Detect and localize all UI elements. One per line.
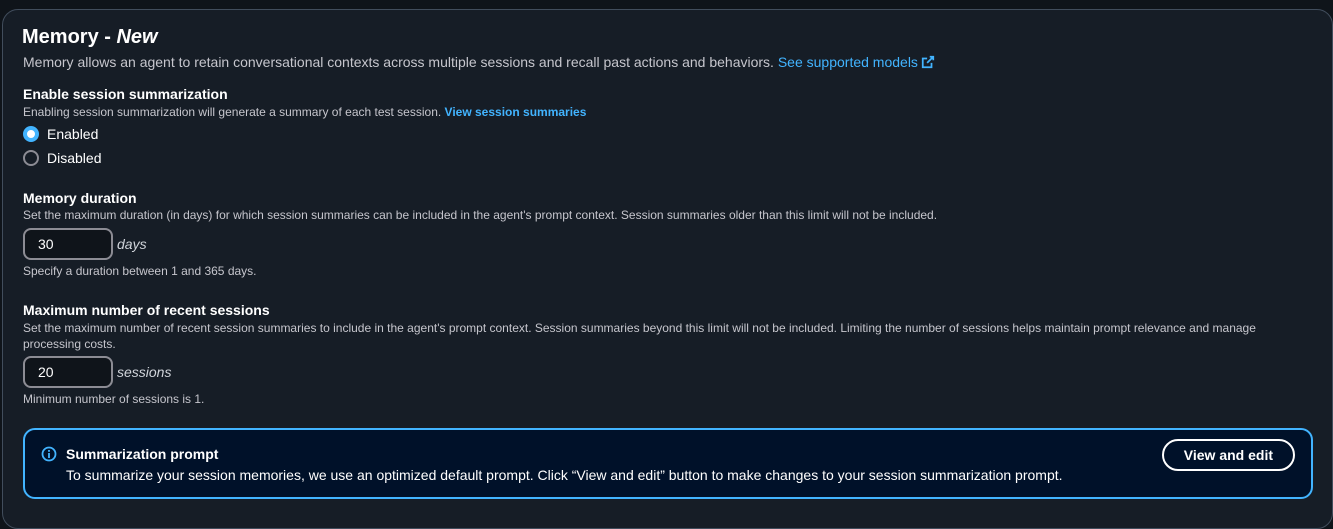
radio-disabled-label: Disabled — [47, 150, 102, 166]
alert-title: Summarization prompt — [66, 446, 219, 462]
sessions-input-value: 20 — [38, 364, 54, 380]
duration-input-value: 30 — [38, 236, 54, 252]
title-text: Memory - — [22, 26, 117, 48]
radio-disabled[interactable]: Disabled — [23, 149, 101, 167]
alert-text: To summarize your session memories, we u… — [66, 467, 1063, 483]
duration-label: Memory duration — [23, 190, 137, 206]
sessions-constraint: Minimum number of sessions is 1. — [23, 392, 205, 406]
radio-enabled-indicator[interactable] — [23, 126, 39, 142]
sessions-unit: sessions — [117, 364, 172, 380]
duration-constraint: Specify a duration between 1 and 365 day… — [23, 264, 257, 278]
supported-models-link[interactable]: See supported models — [778, 54, 935, 70]
title-new-tag: New — [116, 26, 158, 48]
external-link-icon — [921, 55, 935, 69]
radio-enabled[interactable]: Enabled — [23, 125, 98, 143]
supported-models-link-label: See supported models — [777, 54, 918, 70]
summarization-help: Enabling session summarization will gene… — [23, 105, 586, 119]
section-description: Memory allows an agent to retain convers… — [23, 54, 935, 70]
duration-unit: days — [117, 236, 147, 252]
sessions-label: Maximum number of recent sessions — [23, 302, 270, 318]
info-icon — [41, 446, 57, 462]
radio-disabled-indicator[interactable] — [23, 150, 39, 166]
summarization-label: Enable session summarization — [23, 86, 228, 102]
view-and-edit-button[interactable]: View and edit — [1161, 439, 1295, 471]
view-session-summaries-link[interactable]: View session summaries — [445, 105, 587, 119]
sessions-help: Set the maximum number of recent session… — [23, 321, 1256, 351]
duration-input[interactable]: 30 — [23, 228, 113, 260]
radio-enabled-label: Enabled — [47, 126, 99, 142]
summarization-prompt-alert: Summarization prompt To summarize your s… — [23, 428, 1313, 499]
description-text: Memory allows an agent to retain convers… — [23, 54, 774, 70]
sessions-input[interactable]: 20 — [23, 356, 113, 388]
section-title: Memory - New — [22, 26, 158, 49]
duration-help: Set the maximum duration (in days) for w… — [23, 208, 938, 222]
summarization-help-text: Enabling session summarization will gene… — [23, 105, 442, 119]
